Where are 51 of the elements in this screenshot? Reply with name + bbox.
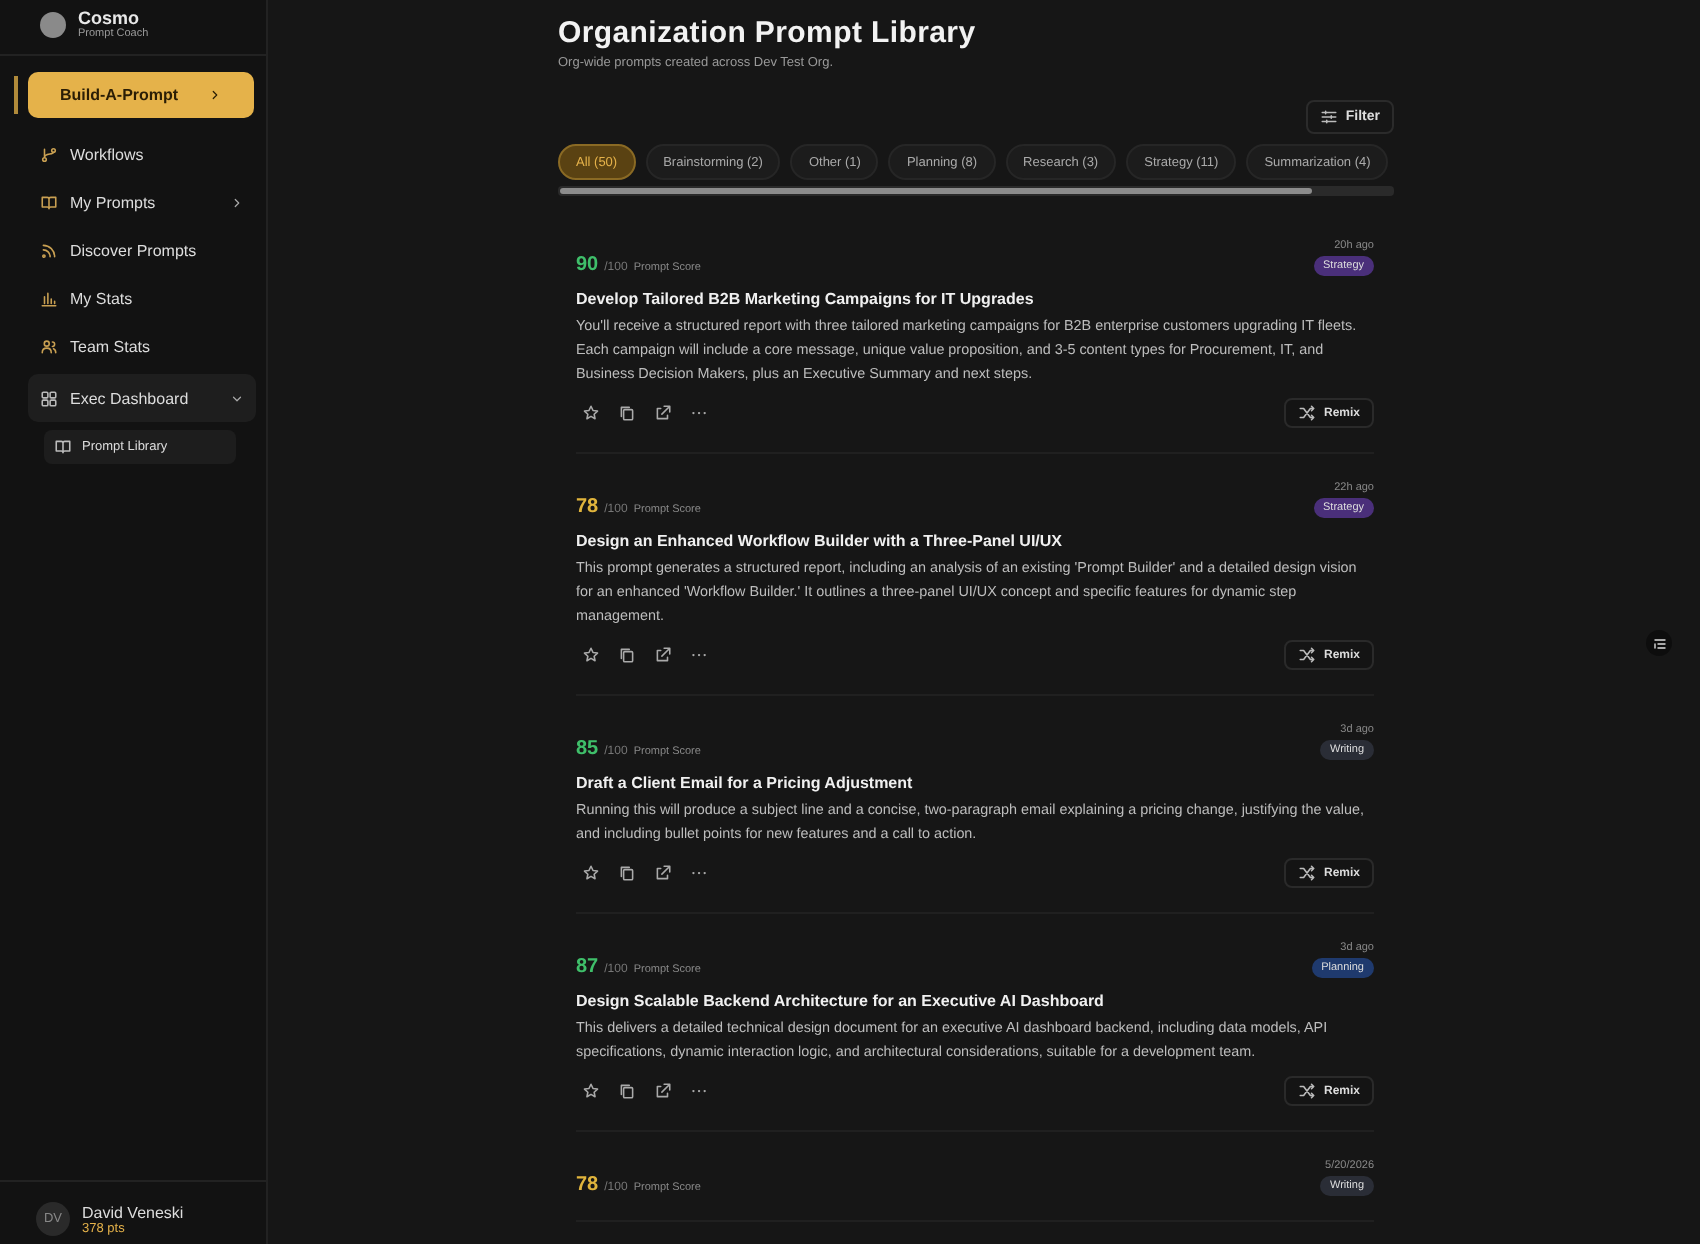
- star-icon: [582, 404, 600, 422]
- active-indicator: [14, 76, 18, 114]
- external-link-icon: [654, 646, 672, 664]
- star-icon: [582, 864, 600, 882]
- copy-icon: [618, 404, 636, 422]
- external-link-icon: [654, 864, 672, 882]
- page-title: Organization Prompt Library: [558, 16, 978, 50]
- score-value: 85: [576, 738, 599, 760]
- prompt-title[interactable]: Design Scalable Backend Architecture for an Executive AI Dashboard: [576, 992, 1374, 1010]
- shuffle-icon: [1297, 1082, 1316, 1100]
- score-value: 87: [576, 956, 599, 978]
- external-link-icon: [654, 404, 672, 422]
- shuffle-icon: [1297, 646, 1316, 664]
- shuffle-icon: [1297, 864, 1316, 882]
- book-icon: [54, 438, 72, 456]
- nav-item[interactable]: My Prompts: [28, 178, 256, 226]
- user-name: David Veneski: [82, 1203, 184, 1221]
- prompt-title[interactable]: Design an Enhanced Workflow Builder with a Three-Panel UI/UX: [576, 532, 1374, 550]
- shuffle-icon: [1297, 404, 1316, 422]
- nav-item[interactable]: Workflows: [28, 130, 256, 178]
- brand-name: Cosmo: [78, 10, 142, 28]
- copy-icon: [618, 646, 636, 664]
- build-prompt-button[interactable]: Build-A-Prompt: [27, 72, 254, 118]
- grid-icon: [40, 389, 58, 407]
- floating-button[interactable]: [1646, 630, 1672, 656]
- external-link-icon: [654, 1082, 672, 1100]
- chevron-right-icon: [230, 195, 244, 209]
- scrollbar[interactable]: [558, 186, 1394, 196]
- prompt-title[interactable]: Draft a Client Email for a Pricing Adjustment: [576, 774, 1374, 792]
- score-value: 90: [576, 254, 599, 276]
- star-icon: [582, 1082, 600, 1100]
- nav-item[interactable]: Team Stats: [28, 322, 256, 370]
- logo-avatar: [40, 12, 66, 38]
- copy-icon: [618, 1082, 636, 1100]
- prompt-title[interactable]: Develop Tailored B2B Marketing Campaigns for IT Upgrades: [576, 290, 1374, 308]
- nav-item[interactable]: My Stats: [28, 274, 256, 322]
- chevron-down-icon: [230, 391, 244, 405]
- nav-group[interactable]: Exec Dashboard: [28, 374, 256, 422]
- branch-icon: [40, 145, 58, 163]
- filter-icon: [1319, 108, 1338, 126]
- bar-chart-icon: [40, 289, 58, 307]
- chevron-right-icon: [208, 88, 222, 102]
- score-value: 78: [576, 496, 599, 518]
- rss-icon: [40, 241, 58, 259]
- users-icon: [40, 337, 58, 355]
- copy-icon: [618, 864, 636, 882]
- nav-item[interactable]: Discover Prompts: [28, 226, 256, 274]
- list-icon: [1651, 635, 1667, 651]
- star-icon: [582, 646, 600, 664]
- score-value: 78: [576, 1174, 599, 1196]
- book-icon: [40, 193, 58, 211]
